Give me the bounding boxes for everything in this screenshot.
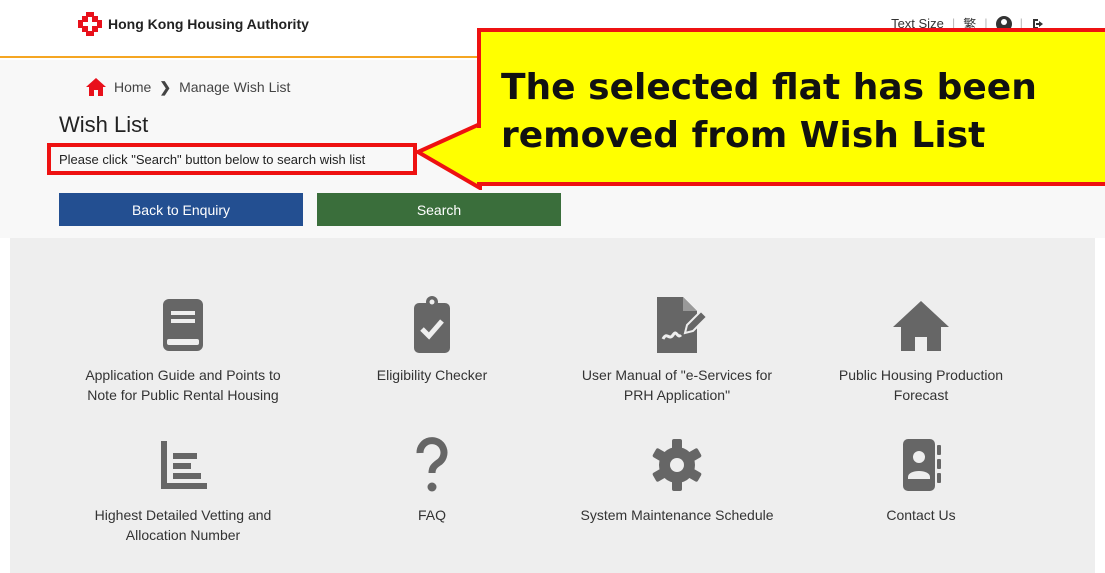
service-eligibility-checker[interactable]: Eligibility Checker [312, 295, 552, 385]
back-to-enquiry-button[interactable]: Back to Enquiry [59, 193, 303, 226]
instruction-text: Please click "Search" button below to se… [59, 152, 366, 167]
services-panel: Application Guide and Points to Note for… [10, 238, 1095, 573]
home-icon[interactable] [86, 78, 106, 96]
service-label: Eligibility Checker [376, 367, 488, 383]
service-label: User Manual of "e-Services for [581, 367, 773, 383]
service-label: Note for Public Rental Housing [87, 387, 279, 403]
book-icon [163, 299, 203, 351]
service-application-guide[interactable]: Application Guide and Points to Note for… [63, 295, 303, 405]
service-label: System Maintenance Schedule [580, 507, 774, 523]
service-vetting-number[interactable]: Highest Detailed Vetting and Allocation … [63, 435, 303, 545]
question-icon [416, 437, 448, 492]
clipboard-check-icon [414, 296, 450, 353]
service-label: Public Housing Production [838, 367, 1004, 383]
callout-line-1: The selected flat has been [501, 67, 1037, 108]
service-user-manual[interactable]: User Manual of "e-Services for PRH Appli… [557, 295, 797, 405]
home-icon [893, 301, 949, 351]
service-production-forecast[interactable]: Public Housing Production Forecast [801, 295, 1041, 405]
service-maintenance-schedule[interactable]: System Maintenance Schedule [557, 435, 797, 525]
chevron-right-icon: ❯ [159, 78, 172, 95]
breadcrumb: Home ❯ Manage Wish List [86, 78, 290, 96]
service-label: Contact Us [886, 507, 956, 523]
service-label: Highest Detailed Vetting and [94, 507, 272, 523]
page: Hong Kong Housing Authority Text Size | … [0, 0, 1105, 573]
callout-pointer [416, 122, 482, 190]
service-label: Application Guide and Points to [85, 367, 281, 383]
housing-authority-logo-icon [78, 12, 102, 36]
service-contact-us[interactable]: Contact Us [801, 435, 1041, 525]
signature-document-icon [657, 297, 707, 353]
breadcrumb-current: Manage Wish List [179, 79, 291, 95]
breadcrumb-home[interactable]: Home [114, 79, 151, 95]
page-title: Wish List [59, 112, 149, 137]
service-label: FAQ [417, 507, 446, 523]
service-label: Forecast [893, 387, 949, 403]
callout-line-2: removed from Wish List [501, 115, 986, 156]
logo-text: Hong Kong Housing Authority [108, 16, 309, 32]
callout-text: The selected flat has been removed from … [501, 64, 1037, 160]
callout-join [477, 128, 485, 182]
list-chart-icon [161, 441, 207, 489]
service-label: Allocation Number [125, 527, 241, 543]
search-button[interactable]: Search [317, 193, 561, 226]
logo[interactable]: Hong Kong Housing Authority [78, 12, 309, 36]
gear-icon [652, 439, 702, 491]
contact-book-icon [903, 439, 941, 491]
callout-box: The selected flat has been removed from … [477, 28, 1105, 186]
service-faq[interactable]: FAQ [312, 435, 552, 525]
service-label: PRH Application" [623, 387, 731, 403]
